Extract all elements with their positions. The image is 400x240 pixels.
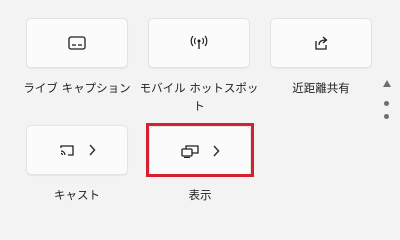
project-display-label: 表示 [188, 188, 212, 202]
live-captions-icon [68, 36, 86, 50]
cast-icon [59, 144, 75, 157]
mobile-hotspot-icon [190, 35, 208, 51]
nearby-share-tile[interactable] [270, 18, 372, 68]
mobile-hotspot-label: モバイル ホットスポット [139, 81, 259, 113]
cast-label: キャスト [54, 188, 100, 202]
live-captions-tile[interactable] [26, 18, 128, 68]
quick-settings-panel: ライブ キャプション モバイル ホットスポット 近距離共有 キャスト 表示 [0, 0, 400, 225]
page-dot-1[interactable] [384, 101, 389, 106]
mobile-hotspot-tile[interactable] [148, 18, 250, 68]
nearby-share-label: 近距離共有 [292, 81, 350, 95]
live-captions-label: ライブ キャプション [23, 81, 131, 95]
project-display-icon [180, 144, 199, 158]
page-indicator[interactable] [380, 80, 394, 126]
project-display-tile[interactable] [149, 126, 251, 176]
cast-tile[interactable] [26, 125, 128, 175]
project-display-chevron-right-icon[interactable] [212, 145, 220, 157]
cast-chevron-right-icon[interactable] [88, 144, 96, 156]
scroll-up-icon[interactable] [383, 80, 391, 87]
nearby-share-icon [312, 35, 330, 51]
page-dot-2[interactable] [384, 114, 389, 119]
